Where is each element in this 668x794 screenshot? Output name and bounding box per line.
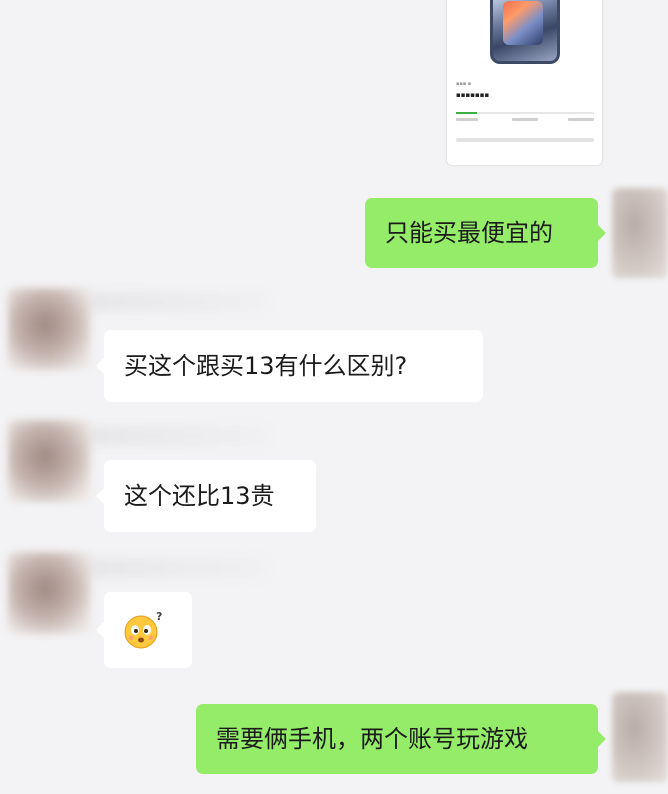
message-bubble-incoming[interactable]: 买这个跟买13有什么区别?	[96, 330, 483, 402]
message-text: 买这个跟买13有什么区别?	[124, 352, 408, 380]
card-small-text: ▪▪▪ ▪	[456, 81, 472, 87]
message-bubble-outgoing[interactable]: 需要俩手机，两个账号玩游戏	[196, 704, 606, 774]
sender-nickname-blurred	[78, 558, 268, 578]
message-text: 只能买最便宜的	[385, 219, 553, 247]
card-title-text: ▪▪▪▪▪▪▪	[456, 91, 490, 99]
sender-nickname-blurred	[78, 292, 268, 312]
message-text: 这个还比13贵	[124, 482, 275, 510]
card-progress-fill	[456, 112, 477, 114]
card-description-line	[456, 138, 594, 142]
contact-avatar[interactable]	[8, 288, 90, 370]
shared-product-card[interactable]: ▪▪▪ ▪ ▪▪▪▪▪▪▪	[446, 0, 603, 166]
message-bubble-incoming[interactable]: 这个还比13贵	[96, 460, 316, 532]
svg-text:?: ?	[156, 610, 162, 623]
confused-face-emoji-icon: ?	[124, 610, 162, 649]
contact-avatar[interactable]	[8, 552, 90, 634]
my-avatar[interactable]	[612, 188, 668, 278]
my-avatar[interactable]	[612, 692, 668, 782]
phone-product-image	[490, 0, 560, 64]
sender-nickname-blurred	[78, 426, 268, 446]
card-meta-row	[456, 118, 594, 122]
message-bubble-outgoing[interactable]: 只能买最便宜的	[365, 198, 606, 268]
message-bubble-incoming-sticker[interactable]: ?	[96, 592, 192, 668]
contact-avatar[interactable]	[8, 420, 90, 502]
message-text: 需要俩手机，两个账号玩游戏	[216, 725, 528, 753]
card-progress-bar	[456, 112, 594, 114]
